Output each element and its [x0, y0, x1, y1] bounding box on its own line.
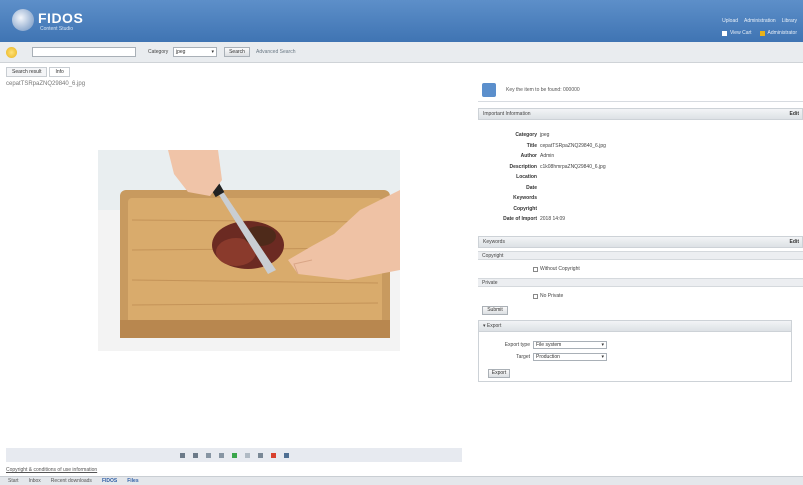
camera-icon: [482, 82, 496, 97]
fit-icon[interactable]: [205, 452, 211, 458]
export-panel: ▾ Export Export type File system Target …: [478, 320, 792, 382]
prop-value: cepatTSRpaZNQ29840_6.jpg: [540, 142, 606, 149]
private-bar: [478, 278, 803, 287]
rotate-left-icon[interactable]: [218, 452, 224, 458]
export-button[interactable]: Export: [488, 369, 510, 378]
user-menu[interactable]: Administrator: [759, 30, 797, 36]
no-private-checkbox[interactable]: No Private: [533, 293, 563, 299]
category-select[interactable]: jpeg: [173, 47, 217, 57]
prop-row: Author Admin: [478, 151, 803, 162]
properties-title: Important Information: [483, 111, 531, 117]
view-cart-link[interactable]: View Cart: [721, 30, 752, 36]
info-text: Key the item to be found: 000000: [506, 86, 580, 93]
view-cart-label: View Cart: [729, 30, 752, 36]
target-select[interactable]: Production: [533, 353, 607, 361]
top-link-library[interactable]: Library: [782, 18, 797, 24]
file-name: cepatTSRpaZNQ29840_6.jpg: [6, 81, 86, 87]
prop-value: 2018 14:09: [540, 216, 566, 223]
prop-row: Keywords: [478, 193, 803, 204]
logo-icon[interactable]: [12, 9, 34, 31]
target-label: Target: [516, 354, 530, 360]
top-link-administration[interactable]: Administration: [744, 18, 776, 24]
rotate-right-icon[interactable]: [231, 452, 237, 458]
target-row: Target Production: [479, 353, 607, 361]
prop-row: Title cepatTSRpaZNQ29840_6.jpg: [478, 141, 803, 152]
prop-label: Keywords: [513, 195, 537, 202]
image-toolbar: [6, 448, 462, 462]
checkbox-icon: [533, 293, 538, 299]
prop-label: Description: [509, 163, 537, 170]
search-button[interactable]: Search: [224, 47, 250, 57]
prop-label: Category: [515, 132, 537, 139]
export-title: Export: [486, 323, 502, 329]
details-panel: Key the item to be found: 000000 Importa…: [478, 78, 803, 476]
search-input[interactable]: [32, 47, 136, 57]
copyright-label: Copyright: [482, 253, 504, 259]
tab-info[interactable]: Info: [49, 67, 70, 77]
info-banner: Key the item to be found: 000000: [478, 78, 803, 102]
category-label: Category: [148, 49, 169, 55]
logo-subtitle: Content Studio: [40, 26, 74, 32]
preview-image[interactable]: [98, 150, 400, 351]
without-copyright-checkbox[interactable]: Without Copyright: [533, 266, 580, 272]
top-links: Upload Administration Library: [722, 18, 797, 24]
copyright-bar: [478, 251, 803, 260]
tab-search-result[interactable]: Search result: [6, 67, 48, 77]
properties-header: Important Information Edit: [478, 108, 803, 120]
zoom-out-icon[interactable]: [192, 452, 198, 458]
prop-label: Title: [526, 142, 537, 149]
prop-row: Date: [478, 183, 803, 194]
cart-icon: [721, 30, 727, 36]
print-icon[interactable]: [283, 452, 289, 458]
prop-value: jpeg: [540, 132, 550, 139]
keywords-header: Keywords Edit: [478, 236, 803, 248]
no-private-label: No Private: [540, 293, 564, 299]
crop-icon[interactable]: [244, 452, 250, 458]
export-header[interactable]: ▾ Export: [479, 321, 791, 332]
prop-row: Date of Import 2018 14:09: [478, 214, 803, 225]
app-header: FIDOS Content Studio Upload Administrati…: [0, 0, 803, 42]
without-copyright-label: Without Copyright: [540, 266, 580, 272]
top-link-upload[interactable]: Upload: [722, 18, 738, 24]
prop-label: Date of Import: [503, 216, 537, 223]
footer-item-fidos[interactable]: FIDOS: [102, 478, 117, 484]
prop-label: Author: [520, 153, 537, 160]
prop-value: c1k08hmrpaZNQ29840_6.jpg: [540, 163, 606, 170]
user-name: Administrator: [767, 30, 797, 36]
footer-item-downloads[interactable]: Recent downloads: [51, 478, 92, 484]
prop-label: Copyright: [513, 205, 537, 212]
export-type-select[interactable]: File system: [533, 341, 607, 349]
export-type-row: Export type File system: [479, 341, 607, 349]
keywords-title: Keywords: [483, 239, 505, 245]
properties-edit-button[interactable]: Edit: [790, 109, 799, 119]
footer-item-files[interactable]: Files: [127, 478, 138, 484]
private-label: Private: [482, 280, 498, 286]
prop-value: Admin: [540, 153, 555, 160]
search-bar: Category jpeg Search Advanced Search: [0, 42, 803, 63]
copyright-link[interactable]: Copyright & conditions of use informatio…: [6, 467, 97, 473]
prop-row: Copyright: [478, 204, 803, 215]
tab-bar: Search result Info: [6, 67, 70, 77]
checkbox-icon: [533, 266, 538, 272]
prop-label: Date: [526, 184, 537, 191]
prop-label: Location: [516, 174, 537, 181]
logo-text[interactable]: FIDOS: [38, 10, 83, 26]
info-icon[interactable]: [257, 452, 263, 458]
prop-row: Category jpeg: [478, 130, 803, 141]
home-icon[interactable]: [6, 47, 17, 58]
export-type-label: Export type: [504, 342, 530, 348]
submit-button[interactable]: Submit: [482, 306, 508, 315]
zoom-in-icon[interactable]: [179, 452, 185, 458]
delete-icon[interactable]: [270, 452, 276, 458]
advanced-search-link[interactable]: Advanced Search: [256, 49, 295, 55]
prop-row: Description c1k08hmrpaZNQ29840_6.jpg: [478, 162, 803, 173]
keywords-edit-button[interactable]: Edit: [790, 237, 799, 247]
properties-list: Category jpeg Title cepatTSRpaZNQ29840_6.j…: [478, 130, 803, 225]
footer-item-inbox[interactable]: Inbox: [29, 478, 41, 484]
user-icon: [759, 30, 765, 36]
footer-bar: Start Inbox Recent downloads FIDOS Files: [0, 476, 803, 485]
footer-item-start[interactable]: Start: [8, 478, 19, 484]
prop-row: Location: [478, 172, 803, 183]
user-bar: View Cart Administrator: [721, 30, 797, 36]
